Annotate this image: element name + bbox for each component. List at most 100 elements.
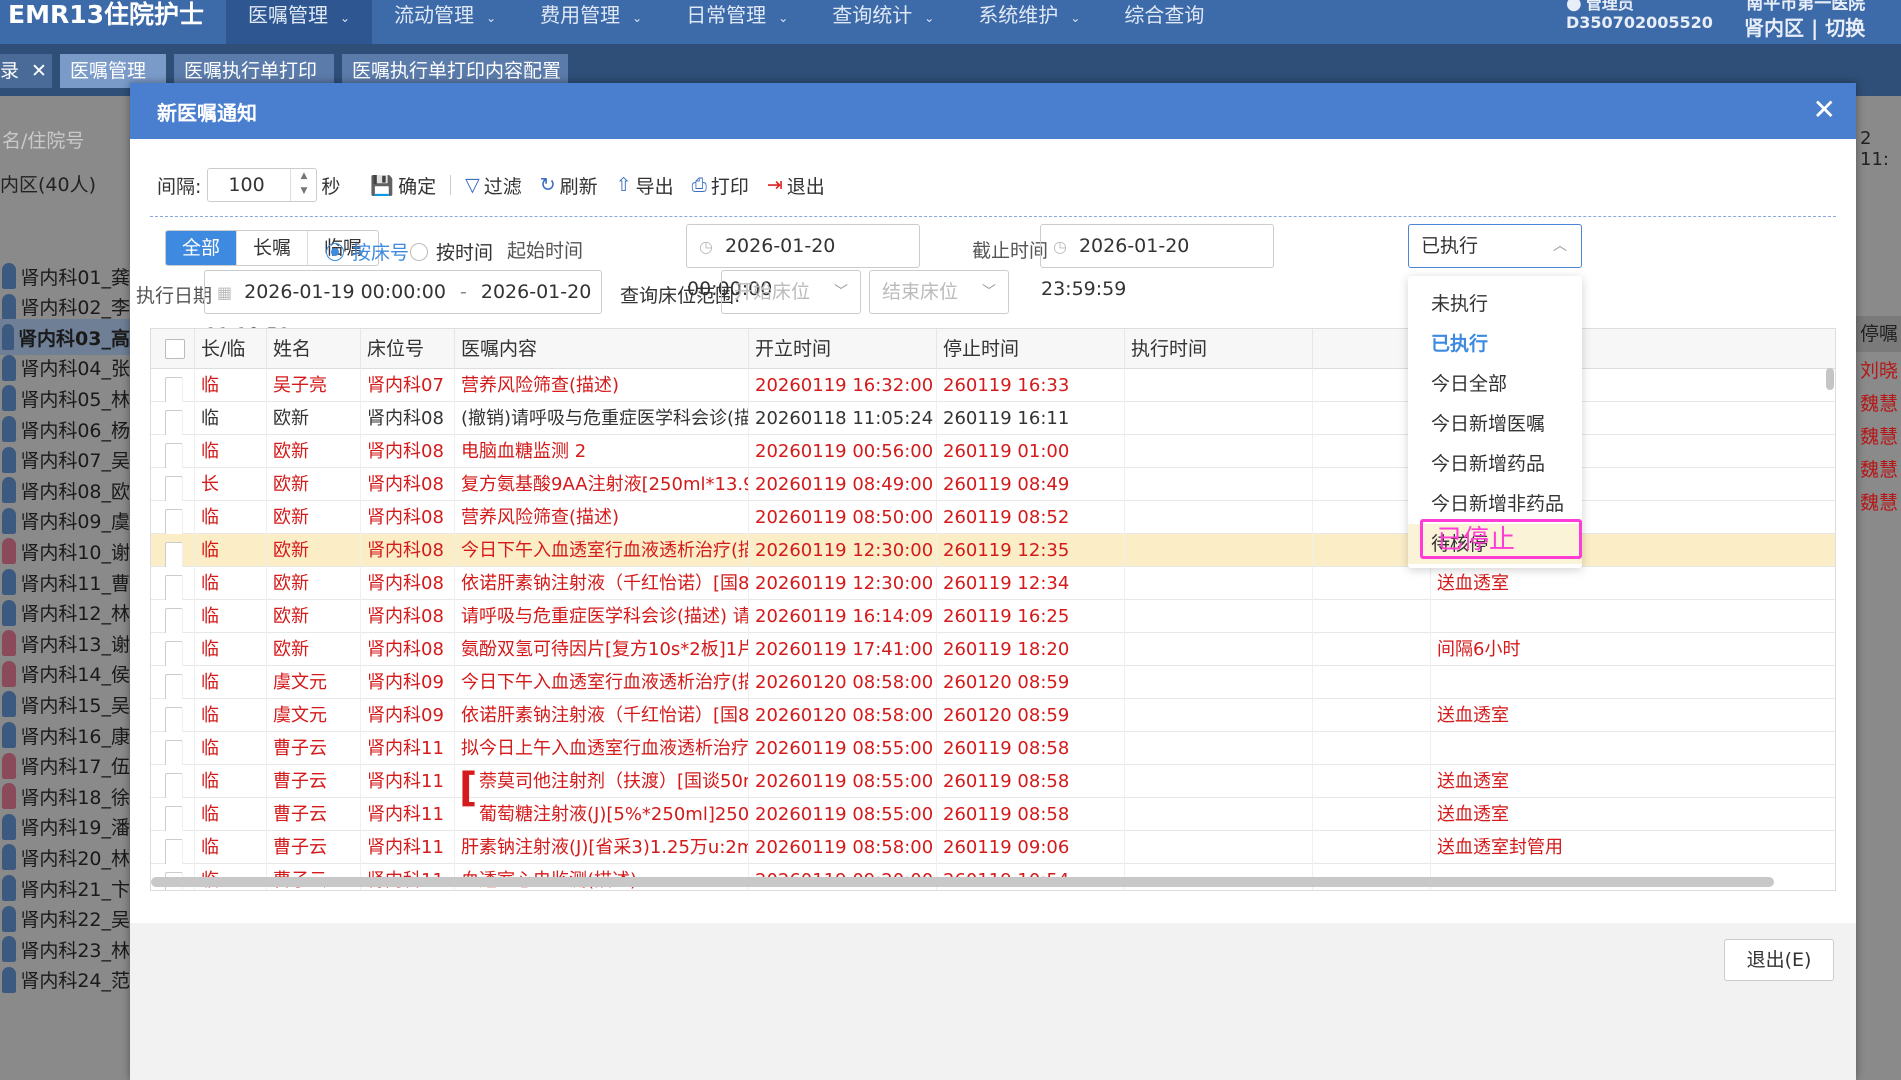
col-open-time[interactable]: 开立时间 — [749, 329, 937, 369]
row-checkbox[interactable] — [165, 740, 183, 765]
table-row[interactable]: 临吴子亮 肾内科07 营养风险筛查(描述) 20260119 16:32:00 2601… — [151, 369, 1835, 402]
switch-link[interactable]: 切换 — [1825, 16, 1865, 40]
table-row[interactable]: 临曹子云肾内科11肝素钠注射液(J)[省采3)1.25万u:2ml]1.2...… — [151, 831, 1835, 864]
nav-item[interactable]: 查询统计 ⌄ — [810, 0, 956, 44]
table-row[interactable]: 临曹子云肾内科11拟今日上午入血透室行血液透析治疗(描述)20260119 08… — [151, 732, 1835, 765]
row-checkbox[interactable] — [165, 674, 183, 699]
col-stop-time[interactable]: 停止时间 — [937, 329, 1125, 369]
dropdown-option[interactable]: 今日新增药品 — [1408, 444, 1582, 484]
exit-button[interactable]: ⇥ 退出 — [767, 172, 825, 199]
table-cell — [1125, 567, 1313, 600]
nav-item[interactable]: 综合查询 — [1102, 0, 1226, 44]
table-cell-bed: 肾内科09 — [361, 699, 455, 732]
table-cell-stop: 260119 09:06 — [937, 831, 1125, 864]
table-row[interactable]: 临欧新 肾内科08 氨酚双氢可待因片[复方10s*2板]1片 20260119 17:… — [151, 633, 1835, 666]
table-row[interactable]: 临欧新肾内科08依诺肝素钠注射液（千红怡诺）[国8)0.4...20260119… — [151, 567, 1835, 600]
radio-by-bed[interactable]: 按床号 — [326, 238, 409, 265]
footer-exit-button[interactable]: 退出(E) — [1724, 939, 1834, 981]
nav-item[interactable]: 流动管理 ⌄ — [372, 0, 518, 44]
table-row[interactable]: 临欧新肾内科08(撤销)请呼吸与危重症医学科会诊(描述) ...20260118… — [151, 402, 1835, 435]
tab-record[interactable]: 录 ✕ — [0, 54, 52, 88]
right-list-item[interactable]: 魏慧 — [1860, 488, 1898, 515]
patient-label: 肾内科22_吴 — [20, 909, 130, 932]
horizontal-scrollbar[interactable] — [151, 877, 1774, 887]
end-time-field[interactable]: ◷ 2026-01-20 23:59:59 — [1040, 224, 1274, 300]
confirm-button[interactable]: 💾 确定 — [370, 172, 436, 199]
col-bed[interactable]: 床位号 — [361, 329, 455, 369]
exec-date-range[interactable]: ▦2026-01-19 00:00:00 - 2026-01-20 11:10:… — [204, 270, 602, 346]
row-checkbox[interactable] — [165, 542, 183, 567]
dropdown-option[interactable]: 今日新增非药品 — [1408, 484, 1582, 524]
right-list-item[interactable]: 魏慧 — [1860, 455, 1898, 482]
status-select[interactable]: 已执行 ︿ — [1408, 224, 1582, 268]
right-list-item[interactable]: 刘晓 — [1860, 356, 1898, 383]
filter-button[interactable]: ▽ 过滤 — [465, 172, 522, 199]
table-row[interactable]: 临欧新 肾内科08 营养风险筛查(描述) 20260119 08:50:00 26011… — [151, 501, 1835, 534]
radio-by-time[interactable]: 按时间 — [410, 238, 493, 265]
segment-all[interactable]: 全部 — [166, 231, 237, 265]
bed-end-select[interactable]: 结束床位 ﹀ — [869, 270, 1009, 314]
nav-label: 系统维护 — [978, 3, 1059, 27]
row-checkbox[interactable] — [165, 509, 183, 534]
interval-stepper[interactable]: 100 ▲ ▼ — [207, 168, 318, 202]
refresh-button[interactable]: ↻ 刷新 — [540, 172, 598, 199]
nav-item[interactable]: 费用管理 ⌄ — [518, 0, 664, 44]
stepper-arrows-icon[interactable]: ▲ ▼ — [290, 169, 316, 201]
table-cell-stop: 260119 16:25 — [937, 600, 1125, 633]
nav-item[interactable]: 医嘱管理 ⌄ — [226, 0, 373, 44]
row-checkbox[interactable] — [165, 377, 183, 402]
orders-table: 长/临 姓名 床位号 医嘱内容 开立时间 停止时间 执行时间 嘱咐 临吴子亮肾内… — [150, 328, 1836, 891]
table-row[interactable]: 临虞文元肾内科09依诺肝素钠注射液（千红怡诺）[国8)0.4...2026012… — [151, 699, 1835, 732]
print-button[interactable]: ⎙ 打印 — [692, 172, 749, 199]
nav-item[interactable]: 系统维护 ⌄ — [956, 0, 1102, 44]
row-checkbox[interactable] — [165, 410, 183, 435]
col-exec-time[interactable]: 执行时间 — [1125, 329, 1313, 369]
user-role: 管理员 — [1585, 0, 1634, 13]
nav-label: 医嘱管理 — [248, 3, 328, 27]
row-checkbox[interactable] — [165, 773, 183, 798]
right-list-item[interactable]: 魏慧 — [1860, 389, 1898, 416]
table-row[interactable]: 临虞文元肾内科09今日下午入血透室行血液透析治疗(描述)20260120 08:… — [151, 666, 1835, 699]
row-checkbox[interactable] — [165, 443, 183, 468]
row-checkbox[interactable] — [165, 608, 183, 633]
start-time-field[interactable]: ◷ 2026-01-20 00:00:00 — [686, 224, 920, 300]
dropdown-option[interactable]: 未执行 — [1408, 284, 1582, 324]
table-cell-stop: 260119 12:34 — [937, 567, 1125, 600]
row-checkbox[interactable] — [165, 476, 183, 501]
close-icon[interactable]: ✕ — [1813, 93, 1836, 126]
row-checkbox[interactable] — [165, 806, 183, 831]
row-checkbox[interactable] — [165, 707, 183, 732]
row-checkbox[interactable] — [165, 839, 183, 864]
export-button[interactable]: ⇧ 导出 — [616, 172, 674, 199]
dropdown-option[interactable]: 今日新增医嘱 — [1408, 404, 1582, 444]
table-row[interactable]: 长欧新肾内科08复方氨基酸9AA注射液[250ml*13.98g]25...20… — [151, 468, 1835, 501]
patient-label: 肾内科12_林 — [20, 603, 130, 626]
table-row[interactable]: 临曹子云肾内科11萘莫司他注射剂（扶渡）[国谈50mg]100...202601… — [151, 765, 1835, 798]
table-cell-bed: 肾内科08 — [361, 600, 455, 633]
segment-long-term[interactable]: 长嘱 — [236, 231, 307, 265]
bed-start-select[interactable]: 开始床位 ﹀ — [721, 270, 861, 314]
table-cell-note — [1431, 600, 1835, 633]
col-content[interactable]: 医嘱内容 — [455, 329, 749, 369]
row-checkbox[interactable] — [165, 641, 183, 666]
table-row[interactable]: 临欧新 肾内科08 电脑血糖监测 2 20260119 00:56:00 260119 … — [151, 435, 1835, 468]
col-type[interactable]: 长/临 — [195, 329, 267, 369]
right-list-item[interactable]: 魏慧 — [1860, 422, 1898, 449]
table-row[interactable]: 临欧新肾内科08今日下午入血透室行血液透析治疗(描述)20260119 12:3… — [151, 534, 1835, 567]
select-all-checkbox[interactable] — [165, 339, 185, 359]
close-icon[interactable]: ✕ — [31, 60, 47, 82]
interval-value: 100 — [228, 174, 265, 196]
table-row[interactable]: 临欧新肾内科08请呼吸与危重症医学科会诊(描述) 请呼吸...20260119 … — [151, 600, 1835, 633]
patient-list-item[interactable]: 肾内科24_范 — [0, 962, 130, 998]
col-name[interactable]: 姓名 — [267, 329, 361, 369]
bed-start-placeholder: 开始床位 — [734, 281, 811, 303]
table-cell-stop: 260119 08:58 — [937, 765, 1125, 798]
nav-item[interactable]: 日常管理 ⌄ — [664, 0, 810, 44]
avatar-icon — [2, 966, 17, 993]
row-checkbox[interactable] — [165, 575, 183, 600]
dropdown-option[interactable]: 已执行 — [1408, 324, 1582, 364]
vertical-scrollbar[interactable] — [1826, 368, 1834, 390]
patient-search-input[interactable]: 名/住院号 — [0, 126, 84, 160]
table-row[interactable]: 临曹子云 肾内科11 葡萄糖注射液(J)[5%*250ml]250ml 2026011… — [151, 798, 1835, 831]
dropdown-option[interactable]: 今日全部 — [1408, 364, 1582, 404]
